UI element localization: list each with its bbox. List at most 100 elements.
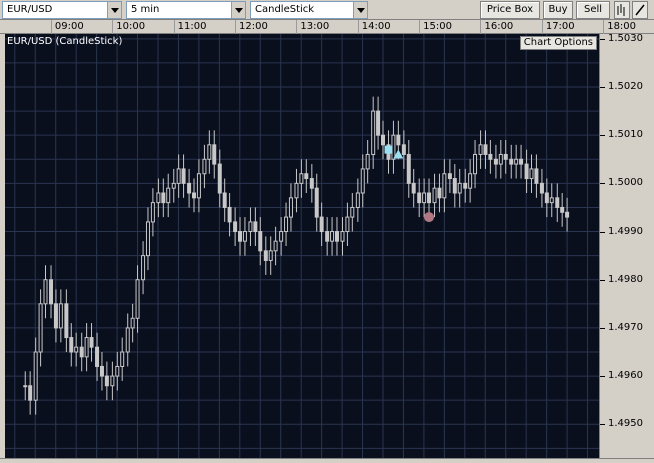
time-axis-label: 17:00 (545, 21, 575, 32)
price-axis-label: 1.5020 (608, 81, 643, 92)
candle-body (417, 192, 422, 204)
candle-body (299, 173, 304, 184)
candle-body (284, 216, 289, 233)
candle-body (549, 197, 554, 204)
candle-body (202, 158, 207, 175)
time-axis-label: 18:00 (607, 21, 637, 32)
time-axis-label: 15:00 (423, 21, 452, 32)
interval-select[interactable]: 5 min (126, 1, 246, 19)
candle-body (187, 182, 192, 194)
price-axis-label: 1.4970 (608, 321, 643, 333)
candle-body (222, 192, 227, 208)
sell-button[interactable]: Sell (576, 1, 610, 19)
chart-options-button[interactable]: Chart Options (519, 36, 597, 50)
candle-body (432, 187, 437, 204)
candle-body (242, 231, 247, 242)
candle-body (294, 182, 299, 199)
chevron-down-icon[interactable] (107, 2, 121, 18)
candle-body (233, 221, 238, 233)
candle-body (104, 375, 109, 387)
time-axis-separator (480, 20, 482, 34)
candle-body (273, 240, 278, 252)
price-axis-label: 1.5010 (608, 129, 643, 141)
candle-body (437, 187, 442, 199)
candle-body (555, 197, 560, 208)
candle-body (498, 153, 503, 165)
candle-body (64, 303, 69, 339)
candle-body (176, 168, 181, 184)
candle-body (217, 163, 222, 194)
candle-body (442, 173, 447, 199)
chevron-down-icon[interactable] (353, 2, 367, 18)
candle-body (401, 144, 406, 155)
candle-body (509, 158, 514, 165)
time-axis-label: 14:00 (361, 21, 391, 32)
bars-tool-button[interactable] (614, 1, 630, 19)
price-box-button[interactable]: Price Box (480, 1, 540, 19)
candle-body (360, 168, 365, 194)
time-axis-label: 13:00 (300, 21, 330, 32)
candle-body (181, 168, 186, 184)
candle-body (192, 192, 196, 199)
interval-select-value: 5 min (131, 4, 160, 15)
price-axis-tick (600, 424, 605, 426)
candle-body (248, 221, 253, 233)
candle-body (483, 144, 488, 155)
candle-body (89, 337, 94, 348)
candle-body (150, 202, 155, 223)
candle-body (166, 187, 171, 204)
candle-body (227, 206, 232, 223)
chart-type-select-value: CandleStick (255, 4, 315, 15)
price-axis-label: 1.4990 (608, 225, 643, 237)
candle-body (503, 153, 508, 160)
candle-body (478, 144, 483, 155)
candle-body (161, 192, 166, 204)
candle-body (422, 192, 427, 204)
candle-body (38, 303, 43, 353)
price-axis-tick (600, 183, 605, 185)
price-axis-tick (600, 327, 605, 329)
candle-body (447, 173, 452, 180)
symbol-select[interactable]: EUR/USD (2, 1, 122, 19)
price-axis-label: 1.5000 (608, 177, 643, 189)
candle-body (69, 337, 74, 353)
time-axis-separator (603, 20, 605, 34)
time-axis-label: 10:00 (116, 21, 146, 32)
candle-body (473, 153, 478, 175)
candle-body (110, 375, 115, 387)
chart-area[interactable]: EUR/USD (CandleStick) Chart Options (5, 34, 599, 458)
candle-body (560, 206, 565, 213)
candle-body (258, 231, 263, 252)
price-axis-tick (600, 135, 605, 137)
candle-body (171, 182, 176, 189)
candle-body (524, 163, 529, 180)
candle-body (135, 279, 140, 319)
chevron-down-icon[interactable] (231, 2, 245, 18)
buy-button[interactable]: Buy (543, 1, 573, 19)
time-axis: 09:00 10:00 11:00 12:00 13:00 14:00 15:00 16:00… (0, 20, 654, 34)
candle-body (84, 337, 89, 358)
time-axis-separator (112, 20, 114, 34)
candle-body (319, 216, 324, 233)
candle-body (376, 110, 381, 136)
candle-body (125, 327, 130, 353)
candle-body (345, 216, 350, 233)
candle-body (396, 134, 401, 146)
candle-body (238, 231, 243, 242)
candle-body (544, 192, 549, 204)
candlestick-chart (5, 34, 599, 458)
chart-type-select[interactable]: CandleStick (250, 1, 368, 19)
candle-body (279, 231, 284, 242)
candle-body (49, 279, 54, 305)
candle-body (427, 192, 432, 204)
candle-body (534, 168, 539, 184)
candle-body (350, 206, 355, 218)
candle-body (263, 250, 268, 261)
draw-line-tool-button[interactable] (632, 1, 648, 19)
bottom-scrollbar[interactable] (0, 458, 654, 463)
time-axis-separator (173, 20, 175, 34)
candle-body (365, 153, 370, 170)
candle-body (463, 182, 468, 189)
candle-body (565, 211, 570, 218)
toolbar: EUR/USD 5 min CandleStick Price Box Buy … (0, 0, 654, 20)
